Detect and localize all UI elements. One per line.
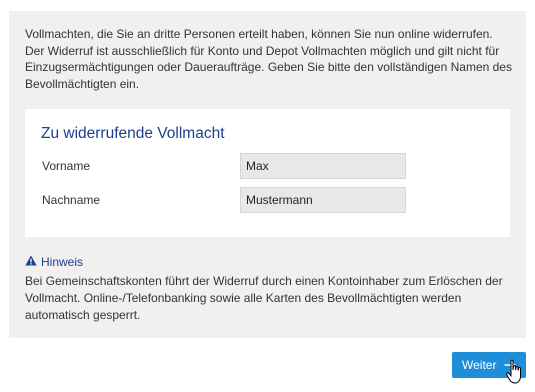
hint-title: Hinweis <box>41 255 84 269</box>
warning-icon <box>25 255 41 269</box>
revocation-panel: Vollmachten, die Sie an dritte Personen … <box>9 11 526 338</box>
first-name-label: Vorname <box>42 159 91 173</box>
last-name-input[interactable] <box>240 187 406 213</box>
first-name-input[interactable] <box>240 153 406 179</box>
form-title: Zu widerrufende Vollmacht <box>41 125 225 142</box>
next-button-label: Weiter <box>462 358 497 372</box>
intro-text: Vollmachten, die Sie an dritte Personen … <box>25 27 512 91</box>
hint-text: Bei Gemeinschaftskonten führt der Widerr… <box>25 274 503 322</box>
hand-cursor-icon <box>506 359 526 390</box>
hint-heading: Hinweis <box>25 255 83 269</box>
last-name-label: Nachname <box>42 193 101 207</box>
revocation-form-card: Zu widerrufende Vollmacht Vorname Nachna… <box>25 109 510 237</box>
